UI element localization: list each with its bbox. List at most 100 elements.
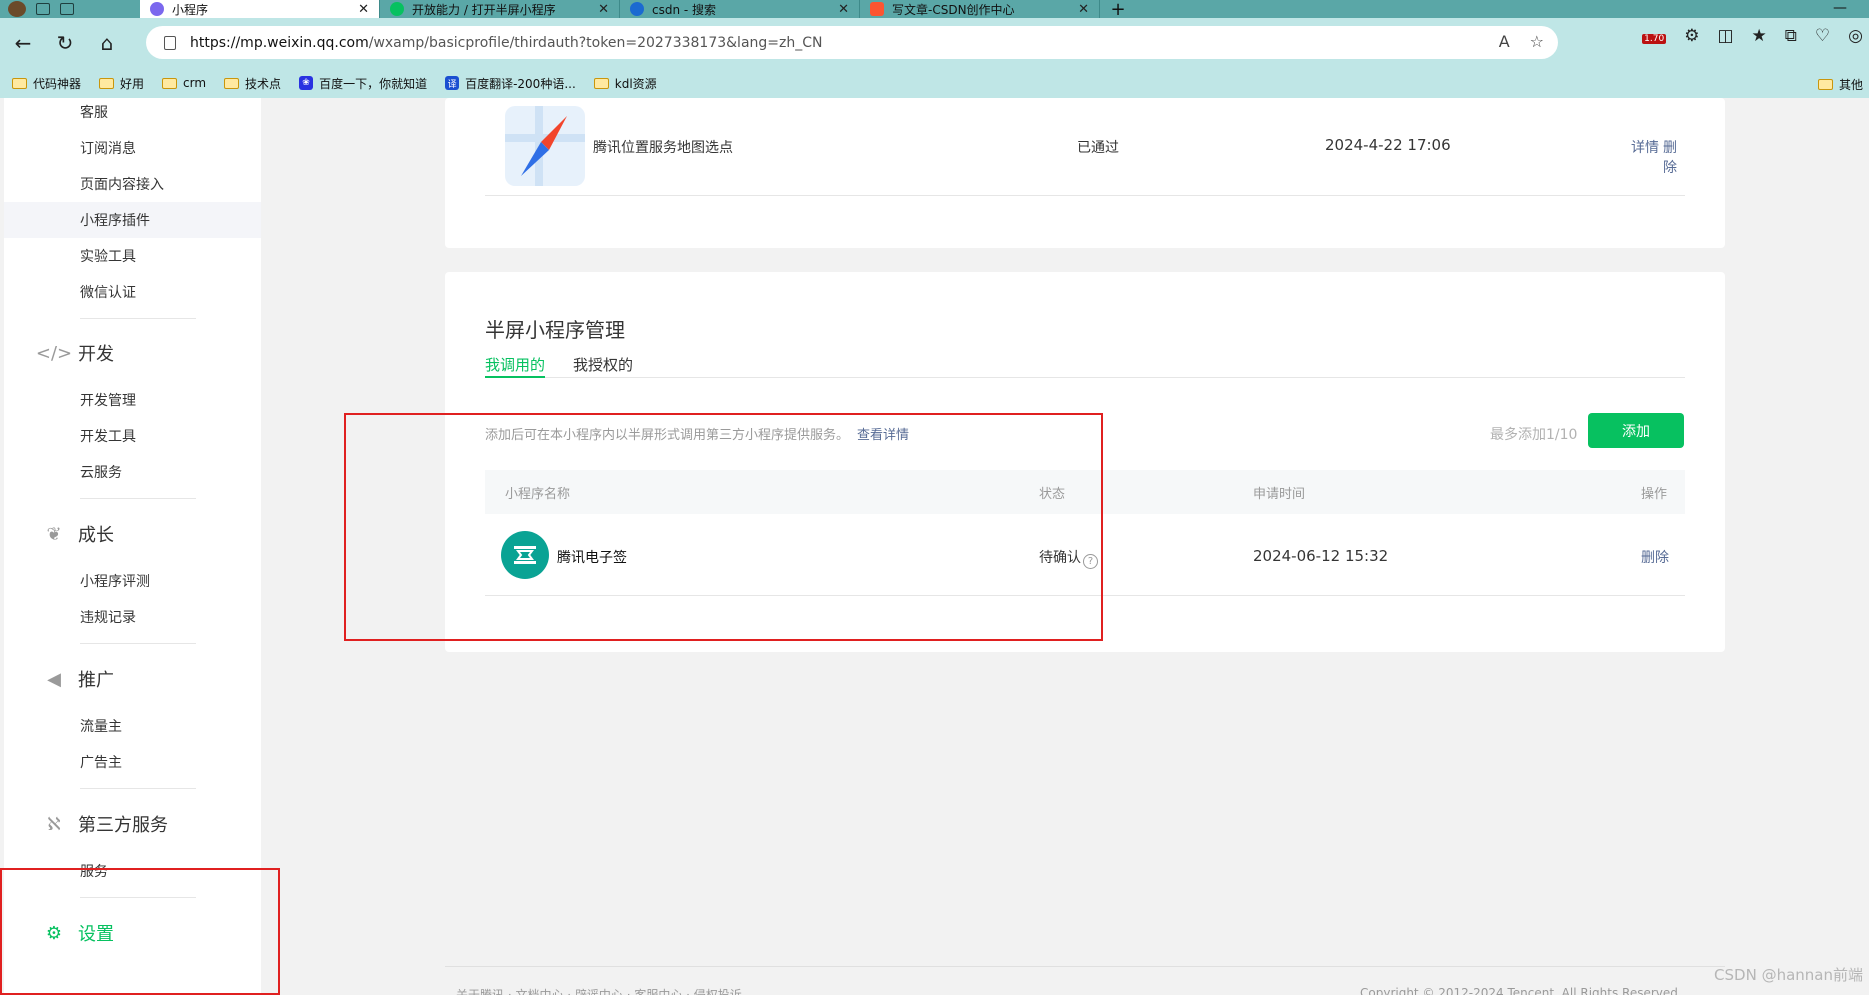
- minimize-button[interactable]: —: [1833, 0, 1847, 16]
- apply-time: 2024-06-12 15:32: [1253, 547, 1389, 565]
- bookmarks-bar: 代码神器 好用 crm 技术点 ❀ 百度一下，你就知道 译百度翻译-200种语..…: [0, 68, 1869, 98]
- address-toolbar: ← ↻ ⌂ https://mp.weixin.qq.com /wxamp/ba…: [0, 18, 1869, 68]
- other-bookmarks[interactable]: 其他: [1817, 76, 1863, 93]
- sidebar: 客服 订阅消息 页面内容接入 小程序插件 实验工具 微信认证 </> 开发 开发…: [4, 98, 261, 995]
- sidebar-item-wechat-verify[interactable]: 微信认证: [80, 282, 136, 302]
- browser-essentials-icon[interactable]: ♡: [1815, 26, 1830, 46]
- sidebar-group-develop[interactable]: </> 开发: [35, 340, 114, 366]
- profile-avatar[interactable]: [8, 1, 26, 17]
- copilot-icon[interactable]: ◎: [1848, 26, 1863, 46]
- back-button[interactable]: ←: [4, 24, 42, 62]
- close-tab-icon[interactable]: ✕: [598, 2, 609, 17]
- miniprogram-favicon-icon: [150, 2, 164, 16]
- sidebar-item-evaluation[interactable]: 小程序评测: [80, 571, 150, 591]
- folder-icon: [162, 77, 178, 89]
- red-annotation-box: [344, 413, 1103, 641]
- folder-icon: [593, 77, 609, 89]
- bookmark-item[interactable]: 好用: [99, 75, 144, 92]
- sidebar-item-traffic-owner[interactable]: 流量主: [80, 716, 122, 736]
- url-field[interactable]: https://mp.weixin.qq.com /wxamp/basicpro…: [146, 26, 1558, 59]
- sidebar-item-plugins[interactable]: 小程序插件: [80, 210, 150, 230]
- split-screen-icon[interactable]: ◫: [1717, 26, 1733, 46]
- tab-title: 开放能力 / 打开半屏小程序: [412, 2, 556, 17]
- plugin-status: 已通过: [1077, 140, 1119, 156]
- red-annotation-box: [0, 868, 280, 995]
- halfscreen-tabs: 我调用的 我授权的: [485, 354, 1685, 378]
- sidebar-item-violations[interactable]: 违规记录: [80, 607, 136, 627]
- section-title: 半屏小程序管理: [485, 318, 625, 342]
- plugin-row: 腾讯位置服务地图选点 已通过 2024-4-22 17:06 详情 删除: [485, 106, 1685, 196]
- tab-invoked[interactable]: 我调用的: [485, 354, 546, 378]
- tab-title: 小程序: [172, 2, 209, 17]
- sidebar-item-dev-tools[interactable]: 开发工具: [80, 426, 136, 446]
- sidebar-item-customer-service[interactable]: 客服: [80, 102, 108, 122]
- favorite-star-icon[interactable]: ☆: [1530, 32, 1544, 51]
- sidebar-item-page-content[interactable]: 页面内容接入: [80, 174, 164, 194]
- favorites-icon[interactable]: ★: [1752, 26, 1767, 46]
- sidebar-item-dev-manage[interactable]: 开发管理: [80, 390, 136, 410]
- folder-icon: [99, 77, 115, 89]
- new-tab-button[interactable]: +: [1100, 0, 1136, 20]
- sidebar-divider: [80, 643, 196, 644]
- sidebar-group-promotion[interactable]: ◀ 推广: [42, 666, 114, 692]
- extensions-area: 1.70 ⚙ ◫ ★ ⧉ ♡ ◎: [1642, 26, 1869, 46]
- close-tab-icon[interactable]: ✕: [358, 2, 369, 17]
- browser-tab-1[interactable]: 开放能力 / 打开半屏小程序 ✕: [380, 0, 620, 18]
- footer-links[interactable]: 关于腾讯 · 文档中心 · 辟谣中心 · 客服中心 · 侵权投诉: [456, 986, 742, 995]
- plugin-delete-link[interactable]: 删除: [1663, 137, 1685, 177]
- search-favicon-icon: [630, 2, 644, 16]
- plugin-detail-link[interactable]: 详情: [1631, 137, 1659, 157]
- browser-tab-3[interactable]: 写文章-CSDN创作中心 ✕: [860, 0, 1100, 18]
- close-tab-icon[interactable]: ✕: [1078, 2, 1089, 17]
- page-content: 客服 订阅消息 页面内容接入 小程序插件 实验工具 微信认证 </> 开发 开发…: [0, 98, 1869, 995]
- watermark: CSDN @hannan前端: [1714, 966, 1863, 984]
- extensions-icon[interactable]: ⚙: [1684, 26, 1699, 46]
- plugin-time: 2024-4-22 17:06: [1325, 136, 1451, 154]
- bookmark-item[interactable]: 技术点: [224, 75, 281, 92]
- column-header: 操作: [1641, 487, 1668, 502]
- leaf-icon: ❦: [46, 523, 62, 545]
- tab-authorized[interactable]: 我授权的: [573, 354, 633, 378]
- tab-title: 写文章-CSDN创作中心: [892, 2, 1015, 17]
- browser-tab-0[interactable]: 小程序 ✕: [140, 0, 380, 18]
- browser-tab-2[interactable]: csdn - 搜索 ✕: [620, 0, 860, 18]
- sidebar-item-cloud[interactable]: 云服务: [80, 462, 122, 482]
- delete-link[interactable]: 删除: [1641, 547, 1669, 567]
- baidu-paw-icon: ❀: [299, 76, 314, 90]
- code-icon: </>: [35, 342, 73, 364]
- third-party-icon: ℵ: [47, 813, 61, 835]
- bookmark-item[interactable]: ❀ 百度一下，你就知道: [299, 75, 427, 92]
- workspaces-icon[interactable]: [36, 3, 50, 15]
- url-host: https://mp.weixin.qq.com: [190, 34, 369, 51]
- footer-divider: [445, 966, 1725, 967]
- tab-title: csdn - 搜索: [652, 2, 717, 17]
- folder-icon: [1817, 79, 1833, 90]
- bookmark-item[interactable]: kdl资源: [593, 75, 657, 92]
- sidebar-divider: [80, 788, 196, 789]
- home-button[interactable]: ⌂: [88, 24, 126, 62]
- sidebar-group-growth[interactable]: ❦ 成长: [42, 521, 114, 547]
- plugin-name: 腾讯位置服务地图选点: [593, 140, 733, 156]
- megaphone-icon: ◀: [47, 668, 61, 690]
- bookmark-item[interactable]: crm: [162, 76, 206, 90]
- folder-icon: [224, 77, 240, 89]
- sidebar-group-third-party[interactable]: ℵ 第三方服务: [42, 811, 168, 837]
- tab-actions-icon[interactable]: [60, 3, 74, 15]
- bookmark-item[interactable]: 译百度翻译-200种语...: [445, 75, 576, 92]
- plugin-card: 腾讯位置服务地图选点 已通过 2024-4-22 17:06 详情 删除: [445, 98, 1725, 248]
- sidebar-item-advertiser[interactable]: 广告主: [80, 752, 122, 772]
- extension-badge[interactable]: 1.70: [1642, 26, 1667, 46]
- read-aloud-icon[interactable]: A: [1499, 32, 1510, 51]
- column-header: 申请时间: [1253, 487, 1306, 502]
- close-tab-icon[interactable]: ✕: [838, 2, 849, 17]
- folder-icon: [12, 77, 27, 89]
- sidebar-item-experiment-tools[interactable]: 实验工具: [80, 246, 136, 266]
- collections-icon[interactable]: ⧉: [1785, 26, 1797, 46]
- bookmark-item[interactable]: 代码神器: [12, 75, 81, 92]
- refresh-button[interactable]: ↻: [46, 24, 84, 62]
- url-path: /wxamp/basicprofile/thirdauth?token=2027…: [368, 34, 823, 51]
- sidebar-divider: [80, 498, 196, 499]
- csdn-favicon-icon: [870, 2, 884, 16]
- add-button[interactable]: 添加: [1588, 413, 1684, 448]
- sidebar-item-subscribe-message[interactable]: 订阅消息: [80, 138, 136, 158]
